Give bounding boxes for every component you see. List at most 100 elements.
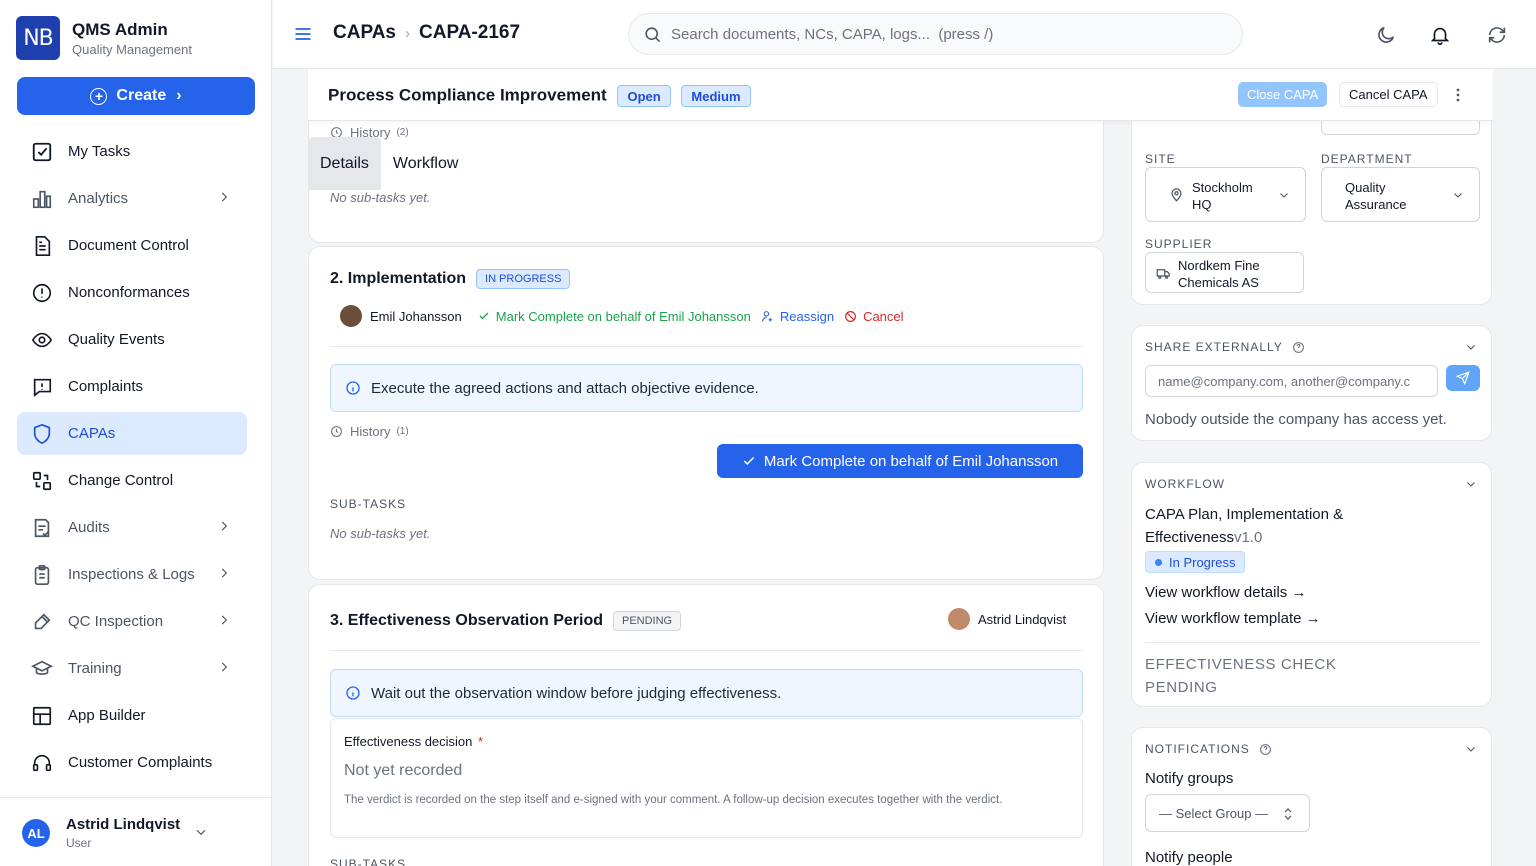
share-header: SHARE EXTERNALLY [1145, 340, 1305, 354]
chevron-down-icon[interactable] [1465, 478, 1477, 490]
sidebar-item-change-control[interactable]: Change Control [17, 459, 247, 502]
sidebar-item-analytics[interactable]: Analytics [17, 177, 247, 220]
department-select[interactable]: Quality Assurance [1321, 167, 1480, 222]
sidebar-item-audits[interactable]: Audits [17, 506, 247, 549]
sidebar-item-capas[interactable]: CAPAs [17, 412, 247, 455]
user-role: User [66, 836, 92, 850]
document-icon [35, 235, 51, 256]
send-icon [1456, 371, 1470, 385]
view-workflow-template-link[interactable]: View workflow template → [1145, 610, 1321, 627]
view-workflow-details-link[interactable]: View workflow details → [1145, 584, 1306, 601]
search-icon [645, 27, 661, 43]
brand-subtitle: Quality Management [72, 41, 192, 57]
sidebar-item-qc-inspection[interactable]: QC Inspection [17, 600, 247, 643]
select-arrows-icon [1284, 808, 1292, 820]
more-vertical-icon[interactable] [1448, 84, 1468, 106]
workflow-status: In Progress [1169, 554, 1236, 570]
workflow-status-badge: In Progress [1145, 551, 1246, 573]
tab-bar: Details Workflow [308, 137, 470, 190]
avatar [948, 608, 970, 630]
brand: NB QMS Admin Quality Management [16, 16, 192, 60]
message-alert-icon [33, 378, 52, 397]
tab-workflow[interactable]: Workflow [381, 137, 471, 190]
cancel-capa-button[interactable]: Cancel CAPA [1339, 82, 1438, 107]
status-dot-icon [1155, 558, 1162, 566]
mark-complete-link[interactable]: Mark Complete on behalf of Emil Johansso… [478, 309, 751, 324]
moon-icon[interactable] [1375, 24, 1397, 46]
help-circle-icon[interactable] [1259, 743, 1272, 756]
chevron-down-icon[interactable] [1465, 743, 1477, 755]
audit-icon [34, 518, 50, 537]
close-capa-button[interactable]: Close CAPA [1238, 82, 1328, 107]
sidebar-item-document-control[interactable]: Document Control [17, 224, 247, 267]
sidebar-item-app-builder[interactable]: App Builder [17, 694, 247, 737]
chevron-down-icon[interactable] [1465, 341, 1477, 353]
no-subtasks-note: No sub-tasks yet. [330, 526, 431, 541]
sidebar: NB QMS Admin Quality Management + Create… [0, 0, 272, 866]
sidebar-nav: My Tasks Analytics Document Control Nonc… [17, 130, 247, 788]
sidebar-item-label: Customer Complaints [68, 754, 213, 771]
history-count: (1) [396, 426, 409, 437]
sidebar-item-label: Document Control [68, 237, 189, 254]
step-info-text: Execute the agreed actions and attach ob… [371, 379, 759, 397]
step-title: 3. Effectiveness Observation Period [330, 612, 603, 629]
breadcrumb-parent[interactable]: CAPAs [333, 22, 396, 44]
sidebar-item-complaints[interactable]: Complaints [17, 365, 247, 408]
create-button[interactable]: + Create › [17, 77, 255, 115]
group-select[interactable]: — Select Group — [1145, 794, 1310, 832]
menu-icon[interactable] [293, 24, 313, 44]
share-label: SHARE EXTERNALLY [1145, 340, 1283, 354]
check-icon [479, 312, 489, 320]
share-email-input[interactable] [1145, 365, 1438, 397]
sidebar-item-label: QC Inspection [68, 613, 164, 630]
user-menu[interactable]: AL Astrid Lindqvist User [0, 797, 272, 866]
notify-groups-label: Notify groups [1145, 770, 1234, 787]
top-bar: CAPAs › CAPA-2167 [273, 0, 1536, 69]
divider [330, 650, 1083, 651]
history-toggle[interactable]: History (1) [330, 424, 409, 439]
help-circle-icon[interactable] [1292, 341, 1305, 354]
tools-icon [34, 612, 51, 629]
share-externally-card: SHARE EXTERNALLY Nobody outside the comp… [1131, 325, 1492, 441]
mark-complete-link-label: Mark Complete on behalf of Emil Johansso… [495, 308, 751, 324]
send-invite-button[interactable] [1446, 365, 1480, 391]
sidebar-item-customer-complaints[interactable]: Customer Complaints [17, 741, 247, 784]
change-control-icon [32, 471, 52, 490]
sidebar-item-my-tasks[interactable]: My Tasks [17, 130, 247, 173]
site-select[interactable]: Stockholm HQ [1145, 167, 1306, 222]
plus-circle-icon: + [90, 87, 108, 105]
breadcrumb-separator-icon: › [405, 24, 410, 42]
sidebar-item-label: Quality Events [68, 331, 165, 348]
ban-icon [845, 310, 857, 322]
reassign-link[interactable]: Reassign [761, 309, 834, 324]
notify-people-label: Notify people [1145, 849, 1233, 866]
sidebar-item-training[interactable]: Training [17, 647, 247, 690]
brand-title: QMS Admin [72, 19, 168, 39]
step-info-box: Execute the agreed actions and attach ob… [330, 364, 1083, 412]
priority-badge: Medium [681, 85, 751, 107]
bell-icon[interactable] [1429, 24, 1451, 46]
chevron-right-icon [221, 615, 228, 625]
search-input[interactable] [671, 22, 1231, 46]
step-title: 2. Implementation [330, 270, 467, 287]
mark-complete-button[interactable]: Mark Complete on behalf of Emil Johansso… [717, 444, 1083, 478]
sidebar-item-nonconformances[interactable]: Nonconformances [17, 271, 247, 314]
tab-details[interactable]: Details [308, 137, 381, 190]
sidebar-item-inspections-logs[interactable]: Inspections & Logs [17, 553, 247, 596]
cancel-step-link[interactable]: Cancel [844, 309, 904, 324]
step-status-badge: PENDING [613, 611, 682, 631]
required-mark: * [478, 734, 484, 749]
avatar [340, 305, 362, 327]
sidebar-item-label: Audits [68, 519, 110, 536]
workflow-label: WORKFLOW [1145, 477, 1225, 491]
chevron-right-icon: › [176, 87, 182, 104]
chevron-down-icon [196, 829, 206, 836]
avatar: AL [22, 819, 50, 847]
supplier-field[interactable]: Nordkem Fine Chemicals AS [1145, 252, 1304, 293]
department-label: DEPARTMENT [1321, 152, 1413, 166]
refresh-icon[interactable] [1486, 24, 1508, 46]
decision-value: Not yet recorded [344, 762, 463, 779]
sidebar-item-quality-events[interactable]: Quality Events [17, 318, 247, 361]
sidebar-item-label: Nonconformances [68, 284, 190, 301]
subtasks-label: SUB-TASKS [330, 857, 407, 866]
